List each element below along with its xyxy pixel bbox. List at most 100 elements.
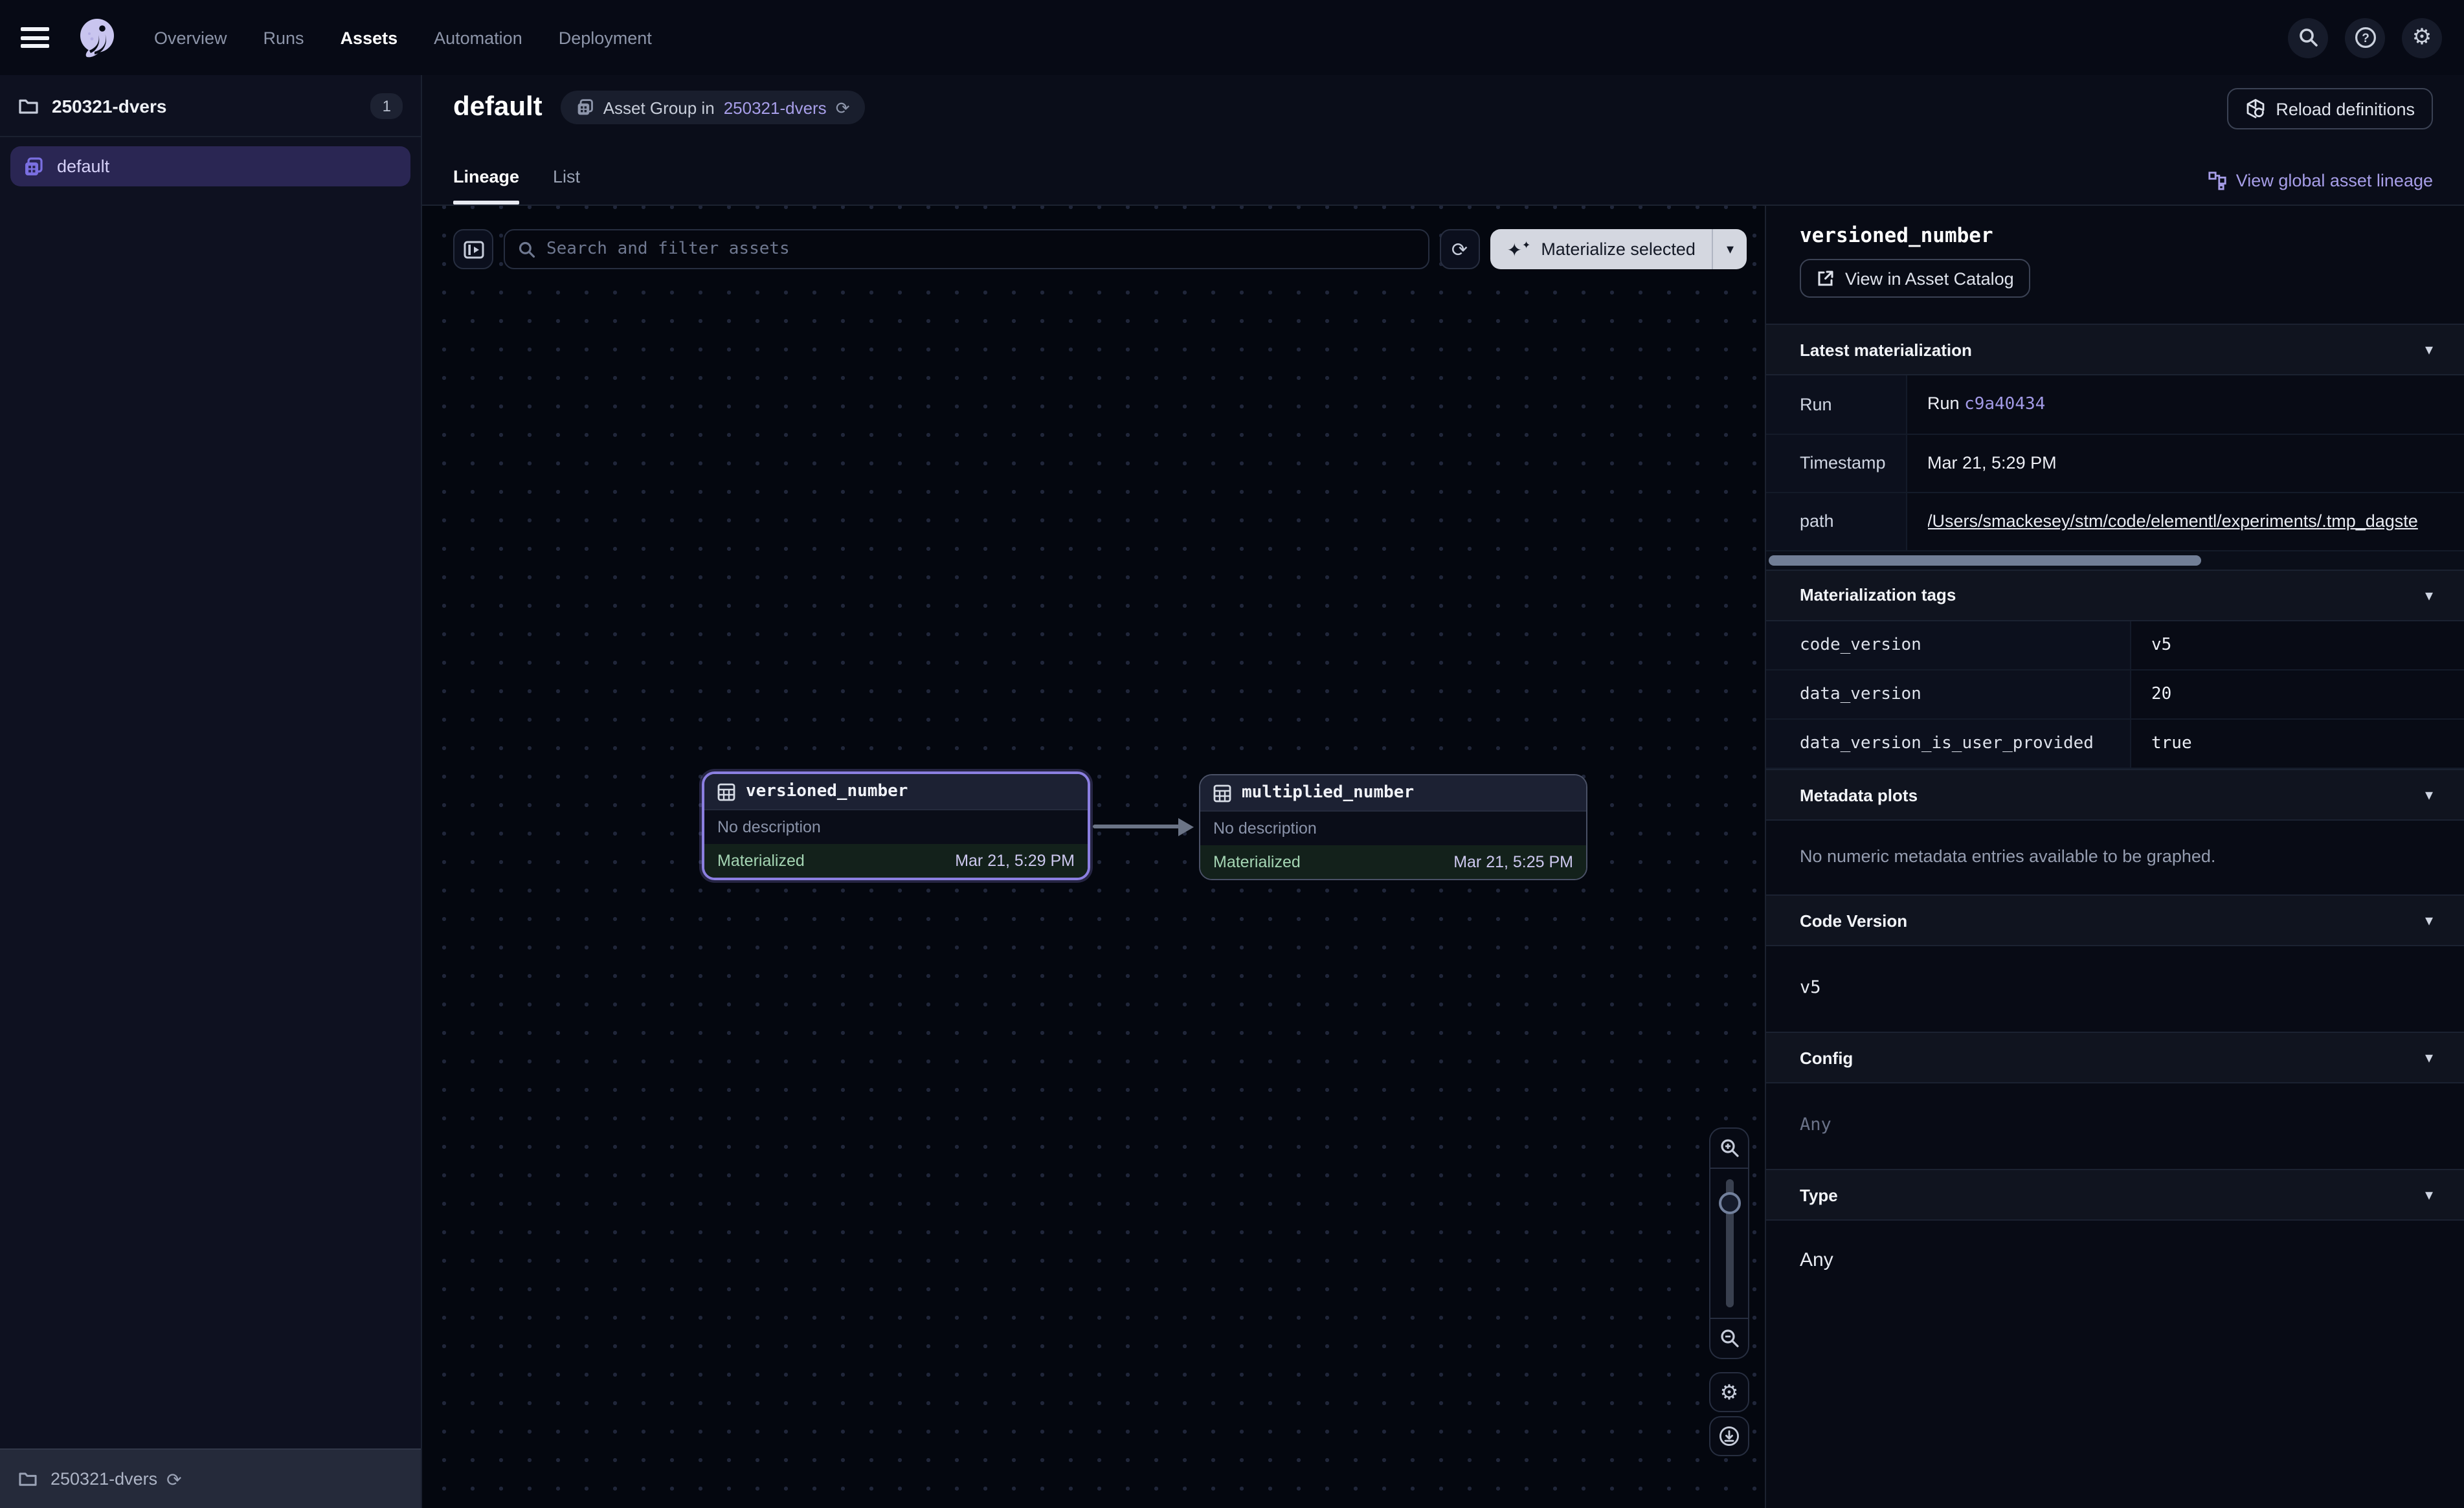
- lineage-edge: [1093, 825, 1194, 828]
- view-global-asset-lineage-link[interactable]: View global asset lineage: [2208, 171, 2433, 190]
- asset-node-multiplied-number[interactable]: multiplied_number No description Materia…: [1199, 774, 1587, 880]
- dagster-logo-icon[interactable]: [76, 17, 118, 58]
- table-row: Run Run c9a40434: [1766, 375, 2464, 434]
- row-key: data_version: [1766, 670, 2130, 719]
- nav-item-deployment[interactable]: Deployment: [559, 28, 652, 47]
- zoom-out-icon[interactable]: [1710, 1319, 1748, 1358]
- graph-settings-gear-icon[interactable]: ⚙: [1709, 1372, 1749, 1412]
- page-header: default Asset Group in 250321-dvers ⟳ Re…: [422, 75, 2464, 206]
- graph-toolbar: ⟳ ✦✦ Materialize selected ▾: [453, 229, 1747, 269]
- reload-definitions-label: Reload definitions: [2276, 99, 2415, 118]
- zoom-slider-knob[interactable]: [1718, 1192, 1740, 1214]
- sidebar-footer-name: 250321-dvers: [50, 1469, 157, 1489]
- metadata-plots-empty-message: No numeric metadata entries available to…: [1800, 847, 2215, 866]
- asset-detail-panel: versioned_number View in Asset Catalog L…: [1765, 206, 2464, 1508]
- sidebar-item-default[interactable]: default: [10, 146, 410, 186]
- scrollbar-thumb[interactable]: [1769, 555, 2201, 565]
- row-value: Mar 21, 5:29 PM: [1906, 434, 2464, 492]
- reload-definitions-button[interactable]: Reload definitions: [2226, 88, 2433, 129]
- row-key: Run: [1766, 375, 1906, 434]
- row-value: true: [2130, 719, 2464, 768]
- sidebar-group-row[interactable]: 250321-dvers 1: [0, 75, 421, 137]
- materialized-timestamp: Mar 21, 5:25 PM: [1453, 853, 1573, 871]
- materialization-tags-table: code_version v5 data_version 20 data_ver…: [1766, 621, 2464, 769]
- search-icon[interactable]: [2288, 17, 2328, 58]
- asset-groups-sidebar: 250321-dvers 1 default 250321-dvers ⟳: [0, 75, 422, 1508]
- asset-node-name: versioned_number: [746, 782, 908, 801]
- table-row: Timestamp Mar 21, 5:29 PM: [1766, 434, 2464, 492]
- chevron-down-icon: ▾: [2425, 911, 2433, 929]
- badge-repo-link[interactable]: 250321-dvers: [724, 98, 827, 117]
- top-nav: Overview Runs Assets Automation Deployme…: [0, 0, 2464, 75]
- asset-group-icon: [23, 156, 44, 177]
- lineage-graph-canvas[interactable]: ⟳ ✦✦ Materialize selected ▾ versioned_nu…: [422, 206, 1765, 1508]
- nav-items: Overview Runs Assets Automation Deployme…: [154, 28, 652, 47]
- tab-list[interactable]: List: [553, 167, 580, 205]
- chevron-down-icon: ▾: [2425, 586, 2433, 604]
- asset-detail-title: versioned_number: [1800, 224, 2433, 247]
- nav-item-automation[interactable]: Automation: [434, 28, 522, 47]
- view-in-asset-catalog-label: View in Asset Catalog: [1845, 269, 2014, 288]
- lineage-graph-icon: [2208, 171, 2227, 190]
- dagster-app: Overview Runs Assets Automation Deployme…: [0, 0, 2464, 1508]
- row-value: Run c9a40434: [1906, 375, 2464, 434]
- latest-materialization-table: Run Run c9a40434 Timestamp Mar 21, 5:29 …: [1766, 375, 2464, 551]
- table-grid-icon: [1213, 784, 1231, 802]
- table-row: code_version v5: [1766, 621, 2464, 670]
- nav-actions: ? ⚙: [2288, 17, 2442, 58]
- type-value: Any: [1800, 1249, 1833, 1271]
- asset-node-description: No description: [717, 818, 821, 836]
- expand-panel-icon[interactable]: [453, 229, 493, 269]
- help-icon[interactable]: ?: [2345, 17, 2385, 58]
- view-in-asset-catalog-button[interactable]: View in Asset Catalog: [1800, 259, 2031, 298]
- download-graph-icon[interactable]: [1709, 1416, 1749, 1456]
- zoom-in-icon[interactable]: [1710, 1129, 1748, 1168]
- row-key: data_version_is_user_provided: [1766, 719, 2130, 768]
- materialized-status: Materialized: [717, 852, 805, 870]
- materialize-selected-label: Materialize selected: [1541, 239, 1696, 259]
- path-link[interactable]: /Users/smackesey/stm/code/elementl/exper…: [1927, 511, 2464, 531]
- reload-spinner-icon[interactable]: ⟳: [836, 99, 850, 116]
- materialize-selected-button[interactable]: ✦✦ Materialize selected ▾: [1490, 229, 1747, 269]
- section-type[interactable]: Type ▾: [1766, 1169, 2464, 1221]
- run-id-link[interactable]: c9a40434: [1964, 395, 2045, 415]
- settings-gear-icon[interactable]: ⚙: [2402, 17, 2442, 58]
- zoom-slider[interactable]: [1710, 1168, 1748, 1319]
- table-row: data_version 20: [1766, 670, 2464, 719]
- search-input[interactable]: [546, 239, 1415, 259]
- section-latest-materialization[interactable]: Latest materialization ▾: [1766, 324, 2464, 375]
- table-grid-icon: [717, 782, 735, 801]
- nav-item-assets[interactable]: Assets: [341, 28, 398, 47]
- folder-icon: [18, 1470, 38, 1487]
- hamburger-menu-icon[interactable]: [21, 27, 49, 48]
- page-title: default: [453, 92, 543, 123]
- chevron-down-icon: ▾: [2425, 1048, 2433, 1067]
- svg-text:?: ?: [2361, 32, 2369, 45]
- horizontal-scrollbar: [1766, 551, 2464, 569]
- chevron-down-icon: ▾: [2425, 1186, 2433, 1204]
- sidebar-footer[interactable]: 250321-dvers ⟳: [0, 1448, 421, 1508]
- external-link-icon: [1817, 269, 1835, 287]
- asset-group-badge[interactable]: Asset Group in 250321-dvers ⟳: [561, 91, 866, 124]
- refresh-graph-icon[interactable]: ⟳: [1439, 229, 1479, 269]
- materialized-timestamp: Mar 21, 5:29 PM: [955, 852, 1075, 870]
- view-global-asset-lineage-label: View global asset lineage: [2236, 171, 2433, 190]
- tab-lineage[interactable]: Lineage: [453, 167, 519, 205]
- zoom-controls: [1709, 1127, 1749, 1359]
- section-code-version[interactable]: Code Version ▾: [1766, 894, 2464, 946]
- nav-item-runs[interactable]: Runs: [263, 28, 304, 47]
- materialize-dropdown-caret[interactable]: ▾: [1714, 229, 1747, 269]
- row-key: code_version: [1766, 621, 2130, 670]
- chevron-down-icon: ▾: [2425, 340, 2433, 359]
- materialized-status: Materialized: [1213, 853, 1301, 871]
- section-materialization-tags[interactable]: Materialization tags ▾: [1766, 569, 2464, 621]
- reload-spinner-icon[interactable]: ⟳: [166, 1470, 181, 1488]
- sidebar-item-label: default: [57, 157, 109, 176]
- asset-group-icon: [576, 98, 594, 116]
- section-config[interactable]: Config ▾: [1766, 1032, 2464, 1083]
- section-metadata-plots[interactable]: Metadata plots ▾: [1766, 769, 2464, 821]
- row-key: path: [1766, 492, 1906, 550]
- row-value: 20: [2130, 670, 2464, 719]
- asset-node-versioned-number[interactable]: versioned_number No description Material…: [702, 771, 1090, 880]
- nav-item-overview[interactable]: Overview: [154, 28, 227, 47]
